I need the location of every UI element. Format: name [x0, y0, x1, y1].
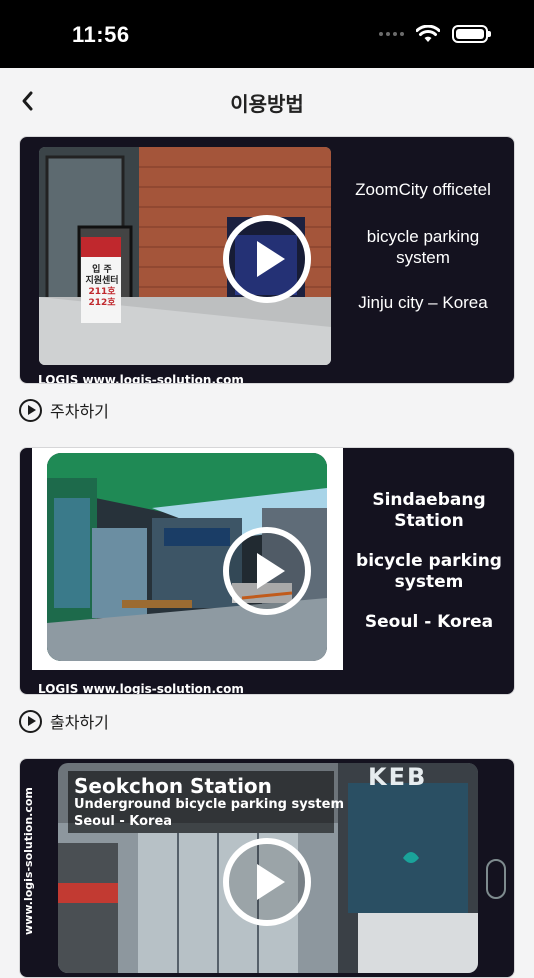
caption-line: Jinju city – Korea — [358, 293, 488, 312]
sign-line: 입 주 — [92, 265, 112, 275]
sign-line: 지원센터 — [85, 276, 119, 286]
entrance-sign: 입 주 지원센터 211호 212호 — [83, 265, 121, 309]
overlay-location: Seoul - Korea — [74, 814, 173, 829]
park-action-label: 주차하기 — [50, 402, 109, 421]
page-title: 이용방법 — [230, 92, 304, 116]
play-circle-icon — [19, 398, 42, 422]
status-bar: 11:56 — [0, 0, 534, 68]
status-time: 11:56 — [72, 22, 130, 47]
overlay-title: Seokchon Station — [74, 774, 272, 798]
sign-line: 211호 — [88, 287, 116, 297]
play-button[interactable] — [223, 527, 311, 615]
retrieve-action-label: 출차하기 — [50, 713, 109, 732]
battery-icon — [452, 25, 491, 43]
play-button[interactable] — [223, 215, 311, 303]
video-card-sindaebang[interactable]: Sindaebang Station bicycle parking syste… — [19, 447, 515, 695]
watermark: LOGIS www.logis-solution.com — [38, 373, 244, 384]
caption-line: Sindaebang Station — [372, 490, 486, 531]
play-icon — [257, 553, 285, 589]
caption-line: bicycle parking system — [356, 551, 502, 592]
park-action[interactable]: 주차하기 — [19, 397, 109, 423]
play-button[interactable] — [223, 838, 311, 926]
caption-line: ZoomCity officetel — [355, 180, 491, 199]
video-caption: Sindaebang Station bicycle parking syste… — [350, 490, 508, 633]
video-card-zoomcity[interactable]: 입 주 지원센터 211호 212호 ZoomCity officetel bi… — [19, 136, 515, 384]
watermark: LOGIS www.logis-solution.com — [38, 682, 244, 695]
play-icon — [257, 241, 285, 277]
caption-line: Seoul - Korea — [364, 612, 494, 632]
keb-sign: KEB — [368, 763, 428, 791]
caption-line: bicycle parking system — [366, 227, 480, 267]
play-circle-icon — [19, 709, 42, 733]
status-icons — [379, 25, 491, 43]
retrieve-action[interactable]: 출차하기 — [19, 708, 109, 734]
side-watermark-url: www.logis-solution.com — [22, 787, 35, 935]
wifi-icon — [416, 25, 440, 42]
sign-line: 212호 — [88, 298, 116, 308]
video-caption: ZoomCity officetel bicycle parking syste… — [338, 179, 508, 313]
video-card-seokchon[interactable]: KEB Seokchon Station Underground bicycle… — [19, 758, 515, 978]
cellular-signal-icon — [379, 32, 404, 36]
play-icon — [257, 864, 285, 900]
navigation-bar: 이용방법 — [0, 68, 534, 134]
logis-logo-icon — [486, 859, 506, 899]
overlay-subtitle: Underground bicycle parking system — [74, 797, 344, 812]
